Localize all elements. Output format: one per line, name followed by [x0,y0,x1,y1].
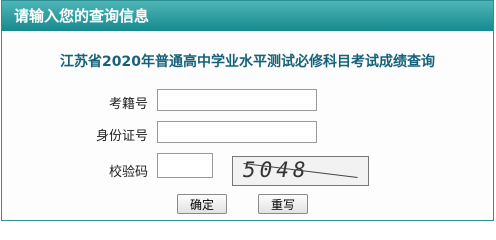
panel-title: 请输入您的查询信息 [14,7,150,25]
form-subtitle: 江苏省2020年普通高中学业水平测试必修科目考试成绩查询 [60,54,435,70]
query-panel: 请输入您的查询信息 江苏省2020年普通高中学业水平测试必修科目考试成绩查询 考… [1,0,494,221]
id-card-input[interactable] [157,121,317,143]
captcha-label: 校验码 [108,165,148,180]
submit-button[interactable]: 确定 [177,194,227,214]
panel-header: 请输入您的查询信息 [2,1,493,31]
exam-id-input[interactable] [157,89,317,111]
id-card-label: 身份证号 [95,129,148,144]
reset-button[interactable]: 重写 [258,194,308,214]
captcha-image[interactable]: 5048 [232,156,369,186]
captcha-input[interactable] [157,153,213,178]
exam-id-label: 考籍号 [108,97,148,112]
